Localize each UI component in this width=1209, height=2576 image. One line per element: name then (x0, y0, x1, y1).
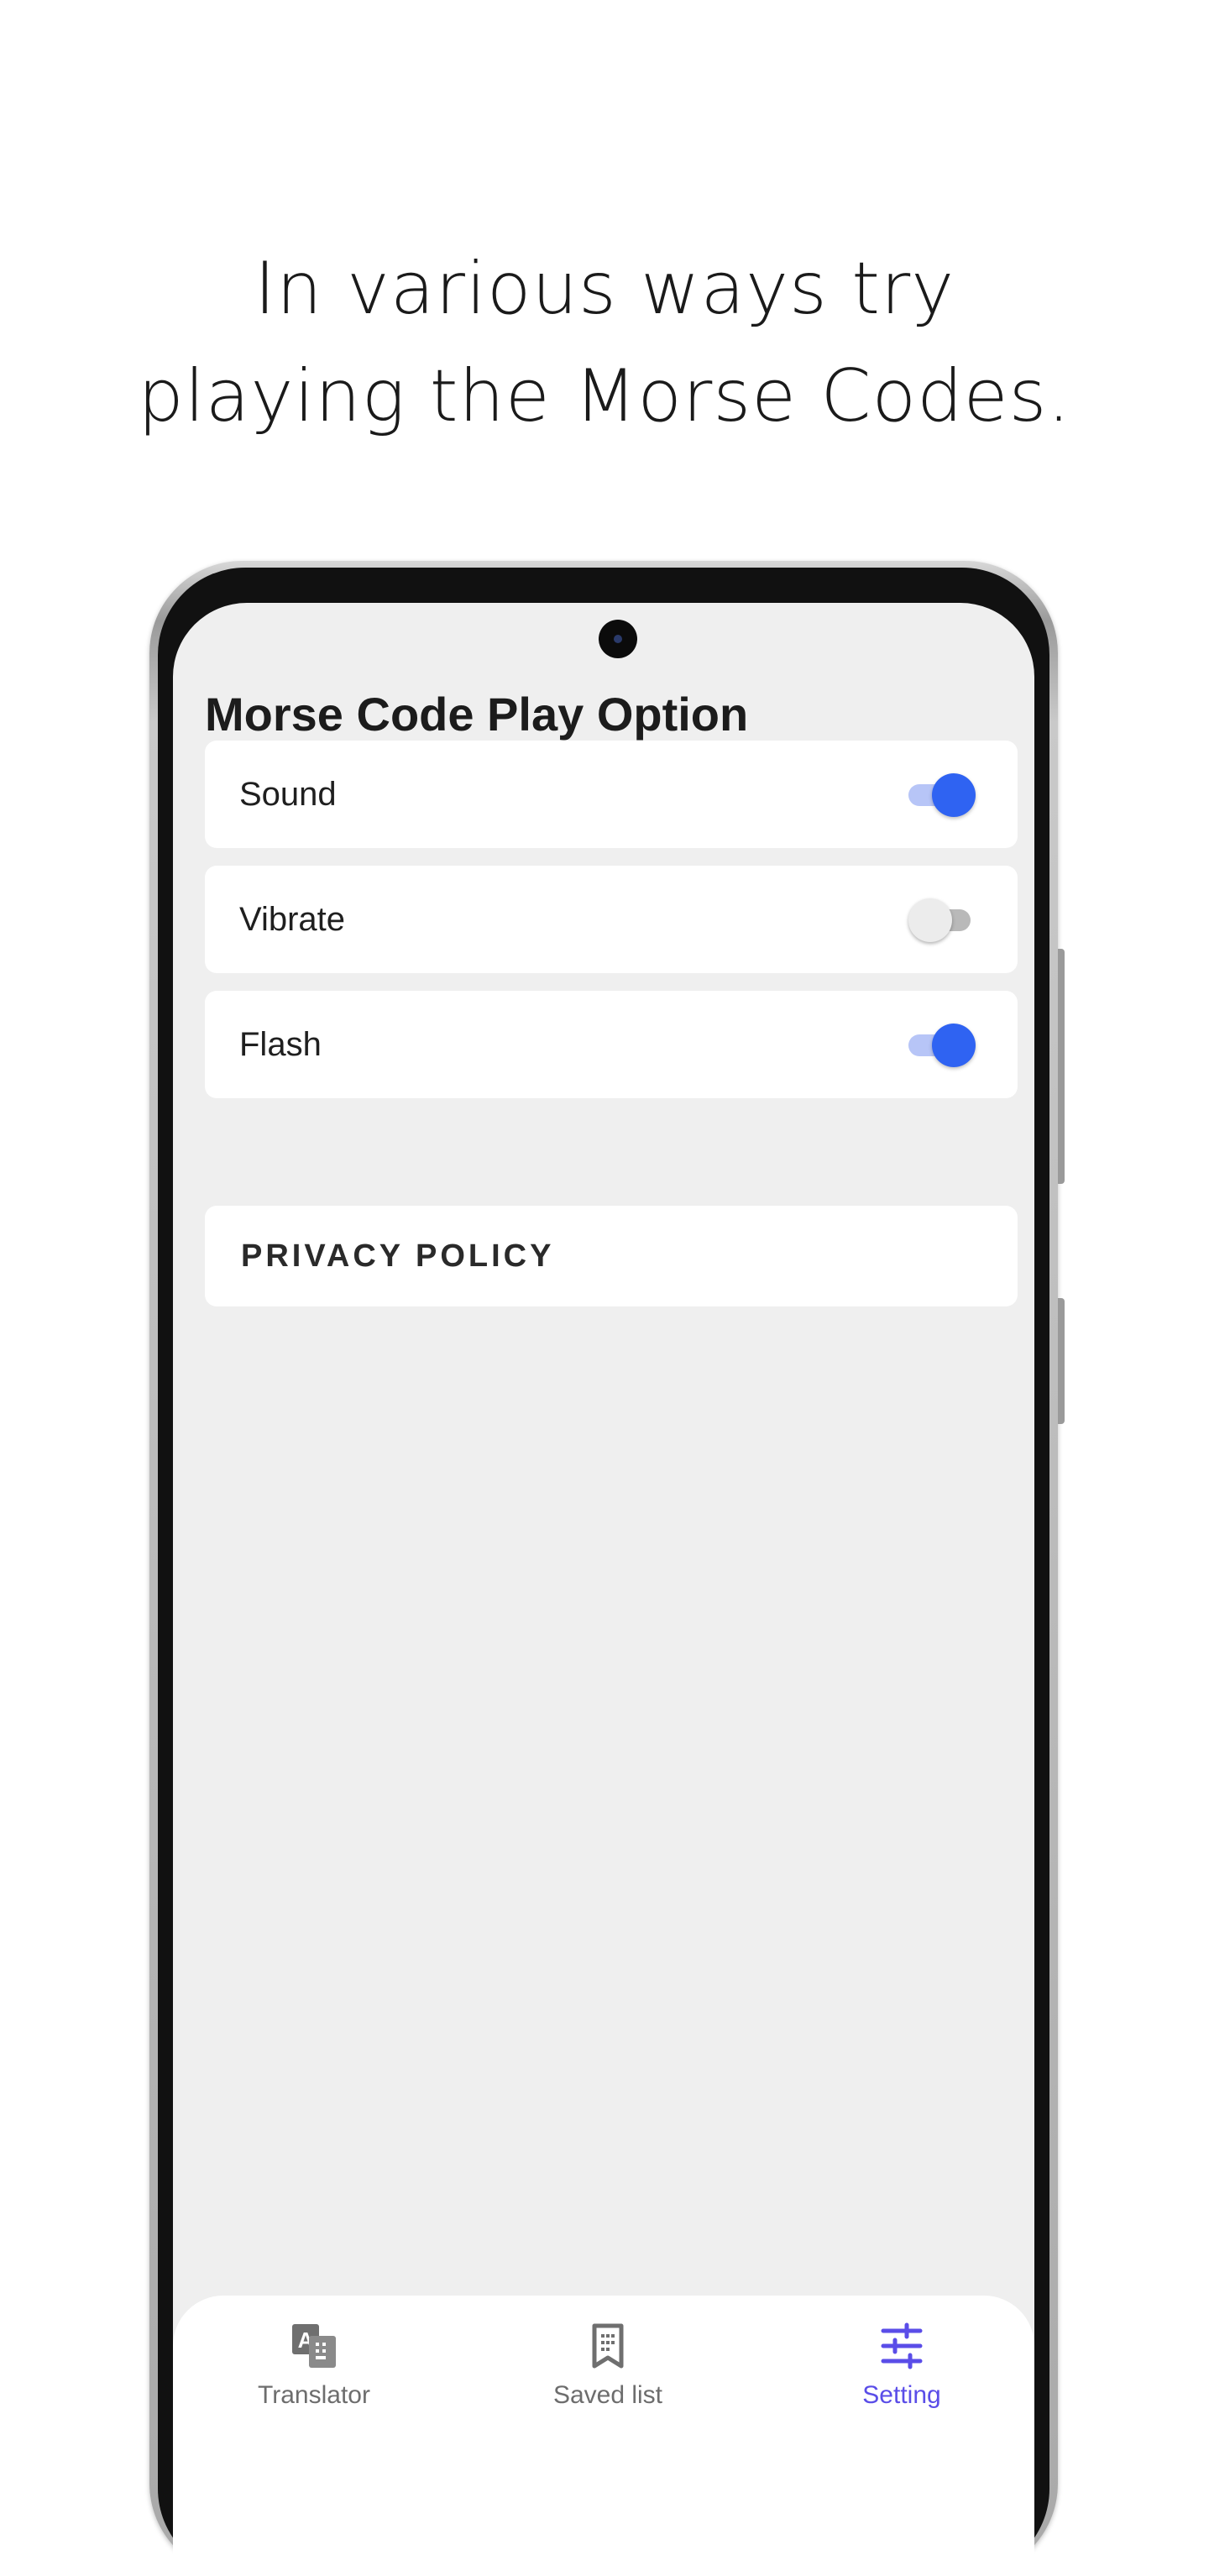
phone-power-button (1058, 1298, 1065, 1424)
nav-item-translator[interactable]: A Translator (213, 2321, 415, 2410)
nav-label-translator: Translator (258, 2381, 370, 2409)
page-title: Morse Code Play Option (205, 688, 749, 741)
nav-label-saved-list: Saved list (552, 2381, 663, 2409)
bookmark-list-icon (592, 2323, 624, 2369)
option-label-flash: Flash (239, 1026, 322, 1063)
phone-volume-button (1058, 949, 1065, 1184)
option-label-sound: Sound (239, 776, 337, 813)
promo-headline: In various ways try playing the Morse Co… (0, 235, 1209, 450)
flash-toggle[interactable] (908, 1023, 976, 1067)
nav-item-setting[interactable]: Setting (801, 2321, 1002, 2410)
option-card-vibrate: Vibrate (205, 866, 1018, 973)
phone-bezel: Morse Code Play Option Sound Vibrate Fla… (158, 568, 1049, 2576)
phone-frame: Morse Code Play Option Sound Vibrate Fla… (149, 561, 1065, 2576)
phone-screen: Morse Code Play Option Sound Vibrate Fla… (173, 603, 1034, 2576)
toggle-thumb (932, 1024, 976, 1067)
option-label-vibrate: Vibrate (239, 901, 346, 938)
privacy-policy-button[interactable]: PRIVACY POLICY (205, 1206, 1018, 1306)
translate-icon: A (292, 2324, 336, 2368)
vibrate-toggle[interactable] (908, 898, 976, 942)
toggle-thumb (908, 898, 952, 942)
privacy-policy-label: PRIVACY POLICY (241, 1238, 555, 1274)
sound-toggle[interactable] (908, 772, 976, 817)
front-camera-icon (599, 620, 637, 658)
bottom-navigation: A Translator Saved list Setting (173, 2296, 1034, 2576)
sliders-icon (881, 2322, 923, 2369)
promo-headline-line-2: playing the Morse Codes. (138, 354, 1071, 438)
nav-label-setting: Setting (862, 2381, 941, 2409)
option-card-flash: Flash (205, 991, 1018, 1098)
nav-item-saved-list[interactable]: Saved list (507, 2321, 709, 2410)
option-card-sound: Sound (205, 741, 1018, 848)
toggle-thumb (932, 773, 976, 817)
promo-headline-line-1: In various ways try (254, 247, 955, 331)
